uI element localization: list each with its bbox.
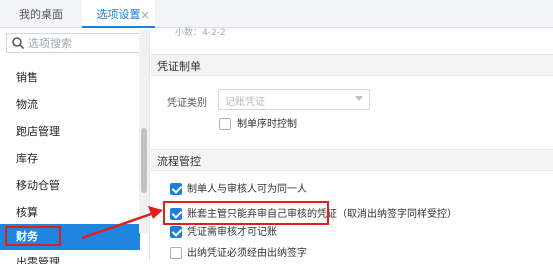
checkbox-cashier-sign[interactable] [170, 247, 182, 259]
tab-bar: 我的桌面 选项设置 × [0, 0, 553, 28]
voucher-type-label: 凭证类别 [167, 98, 207, 109]
tab-my-desktop[interactable]: 我的桌面 [0, 0, 82, 28]
tab-options-settings[interactable]: 选项设置 × [82, 0, 155, 28]
section-flow-control: 流程管控 [151, 149, 553, 171]
sidebar-item-inventory[interactable]: 库存 [16, 152, 38, 166]
sidebar-item-sales[interactable]: 销售 [16, 71, 38, 85]
decimal-setting-text: 小数：4-2-2 [175, 28, 226, 38]
checkbox-time-control[interactable] [219, 118, 231, 130]
option-label: 凭证需审核才可记账 [187, 227, 277, 238]
option-highlight-box [163, 201, 329, 225]
scrollbar-thumb[interactable] [141, 128, 147, 193]
settings-panel: 小数：4-2-2 凭证制单 凭证类别 记账凭证 制单序时控制 流程管控 制单人与… [151, 28, 553, 261]
section-voucher: 凭证制单 [151, 54, 553, 76]
finance-highlight-box [5, 226, 61, 246]
close-icon[interactable]: × [140, 0, 150, 30]
chevron-down-icon [355, 96, 363, 101]
search-icon [12, 37, 25, 50]
checkbox-audit-before-post[interactable] [170, 226, 182, 238]
sidebar-item-accounting[interactable]: 核算 [16, 206, 38, 220]
search-input[interactable]: 选项搜索 [6, 33, 142, 53]
sidebar-item-partial[interactable]: 出零管理 [16, 256, 60, 264]
voucher-type-select[interactable]: 记账凭证 [218, 89, 370, 110]
checkbox-same-person[interactable] [170, 183, 182, 195]
sidebar: 选项搜索 销售 物流 跑店管理 库存 移动仓管 核算 财务 出零管理 [0, 28, 150, 264]
select-value: 记账凭证 [225, 97, 265, 108]
tab-label: 选项设置 [96, 8, 141, 21]
section-title: 流程管控 [157, 155, 201, 168]
sidebar-item-store-visit[interactable]: 跑店管理 [16, 125, 60, 139]
option-label: 出纳凭证必须经由出纳签字 [187, 248, 307, 259]
sidebar-item-mobile-warehouse[interactable]: 移动仓管 [16, 179, 60, 193]
search-placeholder: 选项搜索 [28, 37, 72, 50]
time-control-label: 制单序时控制 [237, 119, 297, 130]
option-label: 制单人与审核人可为同一人 [187, 184, 307, 195]
section-title: 凭证制单 [157, 60, 201, 73]
sidebar-item-logistics[interactable]: 物流 [16, 98, 38, 112]
tab-label: 我的桌面 [19, 8, 63, 21]
